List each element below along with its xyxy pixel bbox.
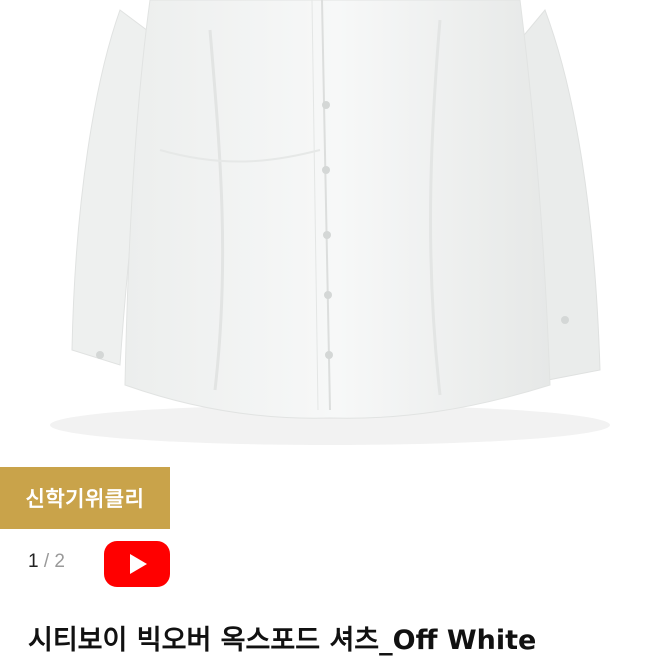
image-counter-separator: /	[43, 551, 50, 572]
promo-badge: 신학기위클리	[0, 467, 170, 529]
image-counter-current: 1	[28, 551, 39, 572]
youtube-play-icon[interactable]	[104, 541, 170, 587]
product-image[interactable]	[0, 0, 666, 460]
product-title: 시티보이 빅오버 옥스포드 셔츠_Off White	[28, 625, 537, 656]
shirt-photo	[50, 0, 610, 445]
image-counter-total: 2	[54, 551, 65, 572]
image-counter: 1 / 2	[28, 551, 65, 573]
